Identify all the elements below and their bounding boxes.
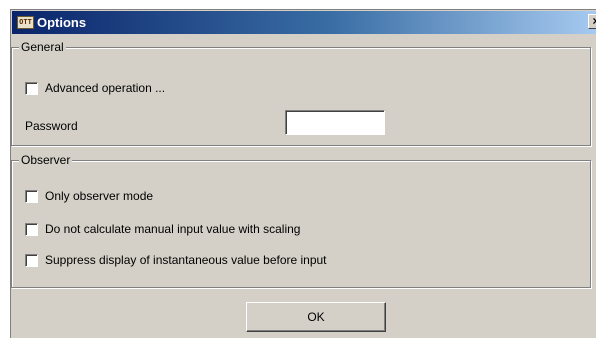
no-scaling-calc-label: Do not calculate manual input value with… — [45, 222, 301, 236]
general-legend: General — [19, 40, 66, 54]
advanced-operation-option[interactable]: Advanced operation ... — [25, 80, 165, 96]
no-scaling-calc-option[interactable]: Do not calculate manual input value with… — [25, 221, 300, 237]
only-observer-mode-checkbox[interactable] — [25, 189, 38, 203]
suppress-instantaneous-label: Suppress display of instantaneous value … — [45, 253, 327, 267]
no-scaling-calc-checkbox[interactable] — [25, 222, 38, 236]
advanced-operation-label: Advanced operation ... — [45, 81, 166, 95]
ok-button[interactable]: OK — [246, 302, 386, 332]
observer-legend: Observer — [19, 153, 73, 167]
suppress-instantaneous-checkbox[interactable] — [25, 253, 38, 267]
password-field[interactable] — [285, 110, 385, 135]
password-label: Password — [25, 119, 78, 133]
suppress-instantaneous-option[interactable]: Suppress display of instantaneous value … — [25, 252, 327, 268]
only-observer-mode-option[interactable]: Only observer mode — [25, 188, 153, 204]
only-observer-mode-label: Only observer mode — [45, 189, 154, 203]
advanced-operation-checkbox[interactable] — [25, 81, 38, 95]
window-title: Options — [37, 15, 87, 30]
title-bar[interactable]: OTT Options × — [12, 11, 596, 34]
close-button[interactable]: × — [588, 14, 596, 29]
app-icon: OTT — [17, 16, 34, 29]
